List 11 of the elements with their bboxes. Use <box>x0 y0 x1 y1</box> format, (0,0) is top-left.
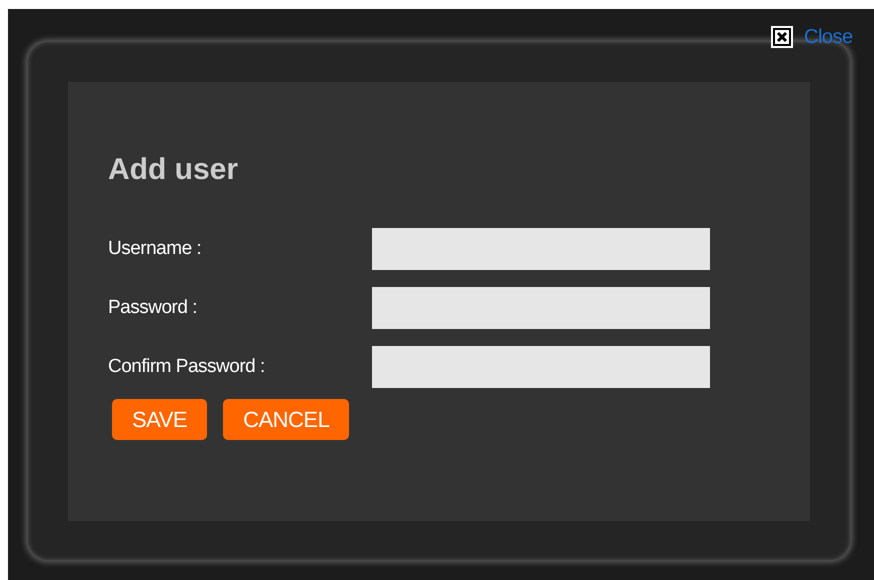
field-label: Password : <box>108 297 198 319</box>
field-label: Confirm Password : <box>108 356 266 378</box>
input-field[interactable] <box>372 346 710 388</box>
dialog-title: Add user <box>108 152 240 188</box>
save-button[interactable]: SAVE <box>112 399 208 440</box>
field-label: Username : <box>108 238 202 260</box>
input-field[interactable] <box>372 228 710 270</box>
close-link[interactable]: Close <box>804 26 853 48</box>
input-field[interactable] <box>372 287 710 329</box>
cancel-button[interactable]: CANCEL <box>223 399 350 440</box>
close-icon[interactable] <box>770 25 794 49</box>
